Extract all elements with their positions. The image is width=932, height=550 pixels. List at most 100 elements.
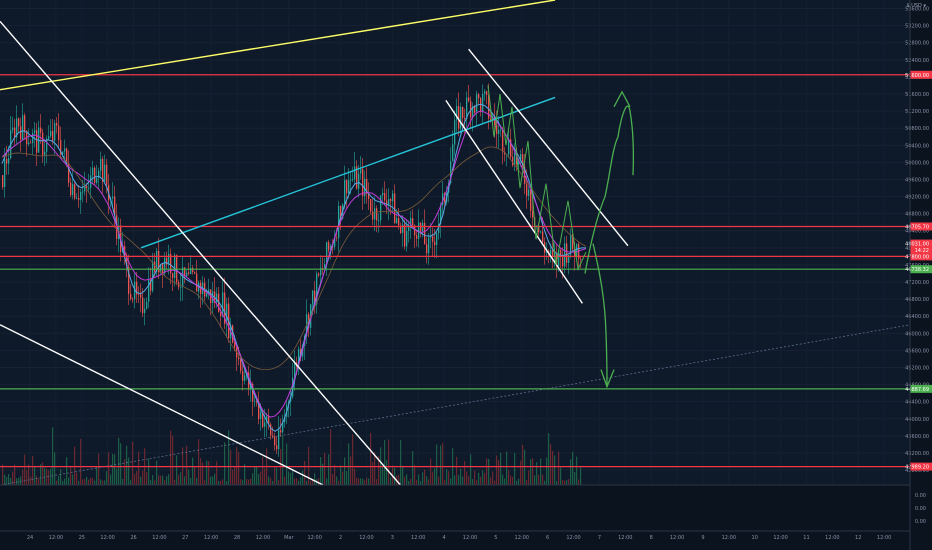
plot-background (0, 0, 910, 485)
candle-body (386, 200, 388, 206)
volume-bar (82, 479, 84, 485)
time-tick-label: 9 (701, 535, 704, 541)
volume-bar (30, 476, 32, 485)
volume-bar (518, 478, 520, 485)
candle-body (216, 293, 218, 303)
time-tick-label: Mar (284, 535, 294, 541)
volume-bar (550, 443, 552, 485)
volume-bar (306, 480, 308, 485)
volume-bar (300, 477, 302, 485)
volume-bar (114, 454, 116, 485)
price-chart[interactable]: 53600.0053200.0052800.0052400.0052000.00… (0, 0, 932, 550)
volume-bar (312, 480, 314, 485)
volume-bar (528, 470, 530, 485)
candle-body (166, 257, 168, 265)
candle-body (274, 436, 276, 446)
volume-bar (538, 474, 540, 485)
candle-body (508, 139, 510, 155)
time-tick-label: 12 (855, 535, 861, 541)
volume-bar (546, 457, 548, 485)
candle-body (234, 342, 236, 348)
candle-body (82, 191, 84, 193)
volume-bar (178, 475, 180, 485)
volume-bar (292, 468, 294, 485)
lower-pane-label: 0.00 (915, 519, 926, 525)
candle-body (164, 257, 166, 274)
volume-bar (108, 452, 110, 485)
candle-body (550, 250, 552, 255)
volume-bar (350, 456, 352, 485)
lower-pane-label: 0.00 (915, 493, 926, 499)
candle-body (132, 298, 134, 300)
candle-body (358, 173, 360, 189)
candle-body (20, 126, 22, 140)
volume-bar (578, 479, 580, 485)
volume-bar (260, 471, 262, 485)
volume-bar (242, 480, 244, 485)
candle-body (528, 189, 530, 196)
volume-bar (486, 458, 488, 485)
candle-body (452, 144, 454, 162)
volume-bar (88, 479, 90, 485)
candle-body (426, 244, 428, 254)
candle-body (242, 371, 244, 381)
volume-bar (376, 479, 378, 485)
volume-bar (352, 434, 354, 485)
candle-body (280, 430, 282, 433)
time-tick-label: 25 (79, 535, 85, 541)
volume-bar (278, 480, 280, 485)
volume-bar (234, 466, 236, 485)
volume-bar (476, 480, 478, 485)
volume-bar (328, 454, 330, 485)
volume-bar (460, 468, 462, 485)
volume-bar (556, 480, 558, 485)
candle-body (30, 142, 32, 144)
candle-body (394, 193, 396, 224)
volume-bar (196, 477, 198, 485)
volume-bar (136, 471, 138, 485)
price-tick-label: 45200.00 (905, 365, 929, 371)
candle-body (542, 231, 544, 243)
volume-bar (482, 470, 484, 485)
candle-body (58, 125, 60, 141)
volume-bar (562, 480, 564, 485)
candle-body (130, 293, 132, 299)
volume-bar (326, 478, 328, 485)
price-tick-label: 43600.00 (905, 434, 929, 440)
volume-bar (94, 480, 96, 485)
candle-body (580, 258, 582, 260)
volume-bar (80, 438, 82, 485)
volume-bar (308, 446, 310, 485)
volume-bar (414, 464, 416, 485)
candle-body (4, 159, 6, 188)
volume-bar (338, 480, 340, 485)
volume-bar (372, 461, 374, 485)
volume-bar (348, 443, 350, 485)
volume-bar (438, 476, 440, 485)
volume-bar (576, 456, 578, 485)
volume-bar (230, 449, 232, 485)
volume-bar (48, 470, 50, 485)
candle-body (56, 123, 58, 126)
candle-body (406, 231, 408, 247)
chart-area[interactable]: 53600.0053200.0052800.0052400.0052000.00… (0, 0, 932, 550)
volume-bar (50, 468, 52, 485)
volume-bar (264, 468, 266, 485)
volume-bar (54, 452, 56, 485)
volume-bar (226, 480, 228, 485)
volume-bar (290, 472, 292, 485)
candle-body (390, 199, 392, 202)
price-level-tag-label: 42989.20 (905, 465, 929, 471)
time-tick-label: 8 (650, 535, 653, 541)
candle-body (486, 91, 488, 95)
currency-selector[interactable]: $ USD ▾ (906, 3, 926, 9)
candle-body (48, 136, 50, 139)
candle-body (192, 267, 194, 273)
candle-body (272, 435, 274, 437)
volume-bar (560, 467, 562, 485)
candle-body (276, 445, 278, 450)
candle-body (80, 191, 82, 200)
candle-body (436, 233, 438, 245)
volume-bar (66, 457, 68, 485)
volume-bar (42, 462, 44, 485)
